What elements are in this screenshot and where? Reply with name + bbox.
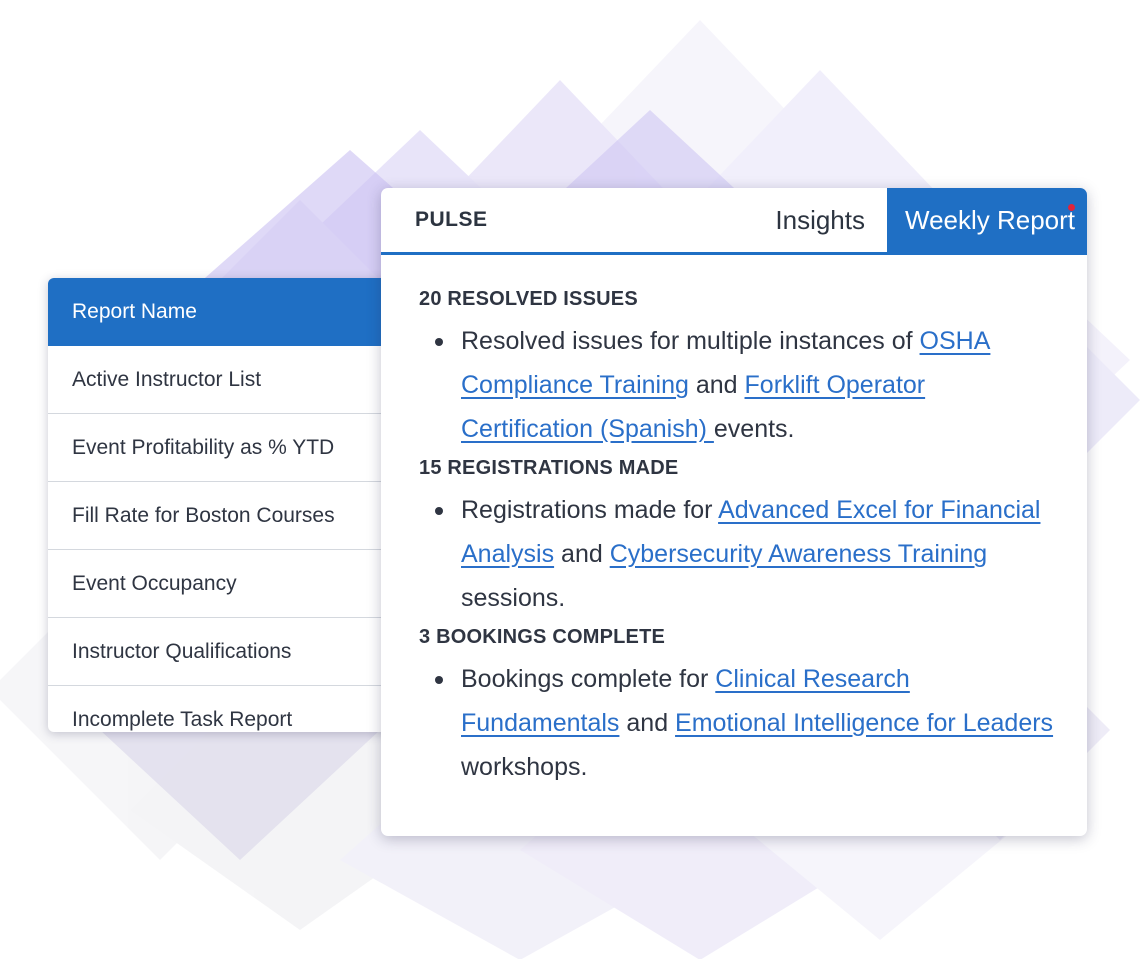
section-text: and [688,371,745,399]
weekly-report-content: 20 RESOLVED ISSUES Resolved issues for m… [381,255,1087,789]
notification-dot-icon [1068,204,1075,211]
section-list-bookings-complete: Bookings complete for Clinical Research … [419,657,1057,789]
section-list-resolved-issues: Resolved issues for multiple instances o… [419,319,1057,451]
section-text: Bookings complete for [461,665,716,693]
tab-insights[interactable]: Insights [753,188,887,252]
section-text: Resolved issues for multiple instances o… [461,327,920,355]
link-emotional-intelligence-leaders[interactable]: Emotional Intelligence for Leaders [675,709,1053,737]
pulse-title: PULSE [415,208,488,231]
section-text: Registrations made for [461,496,719,524]
list-item: Bookings complete for Clinical Research … [435,657,1057,789]
section-text: and [619,709,676,737]
list-item: Registrations made for Advanced Excel fo… [435,488,1057,620]
section-heading-bookings-complete: 3 BOOKINGS COMPLETE [419,626,666,648]
section-text: events. [713,415,795,443]
pulse-panel: PULSE Insights Weekly Report 20 RESOLVED… [381,188,1087,836]
tab-weekly-report[interactable]: Weekly Report [887,188,1087,252]
section-heading-resolved-issues: 20 RESOLVED ISSUES [419,288,638,310]
section-list-registrations-made: Registrations made for Advanced Excel fo… [419,488,1057,620]
section-text: sessions. [461,584,566,612]
section-text: and [554,540,610,568]
pulse-tab-bar: PULSE Insights Weekly Report [381,188,1087,255]
section-heading-registrations-made: 15 REGISTRATIONS MADE [419,457,679,479]
list-item: Resolved issues for multiple instances o… [435,319,1057,451]
tab-weekly-report-label: Weekly Report [905,205,1076,235]
section-text: workshops. [461,753,588,781]
link-cybersecurity-awareness-training[interactable]: Cybersecurity Awareness Training [610,540,988,568]
